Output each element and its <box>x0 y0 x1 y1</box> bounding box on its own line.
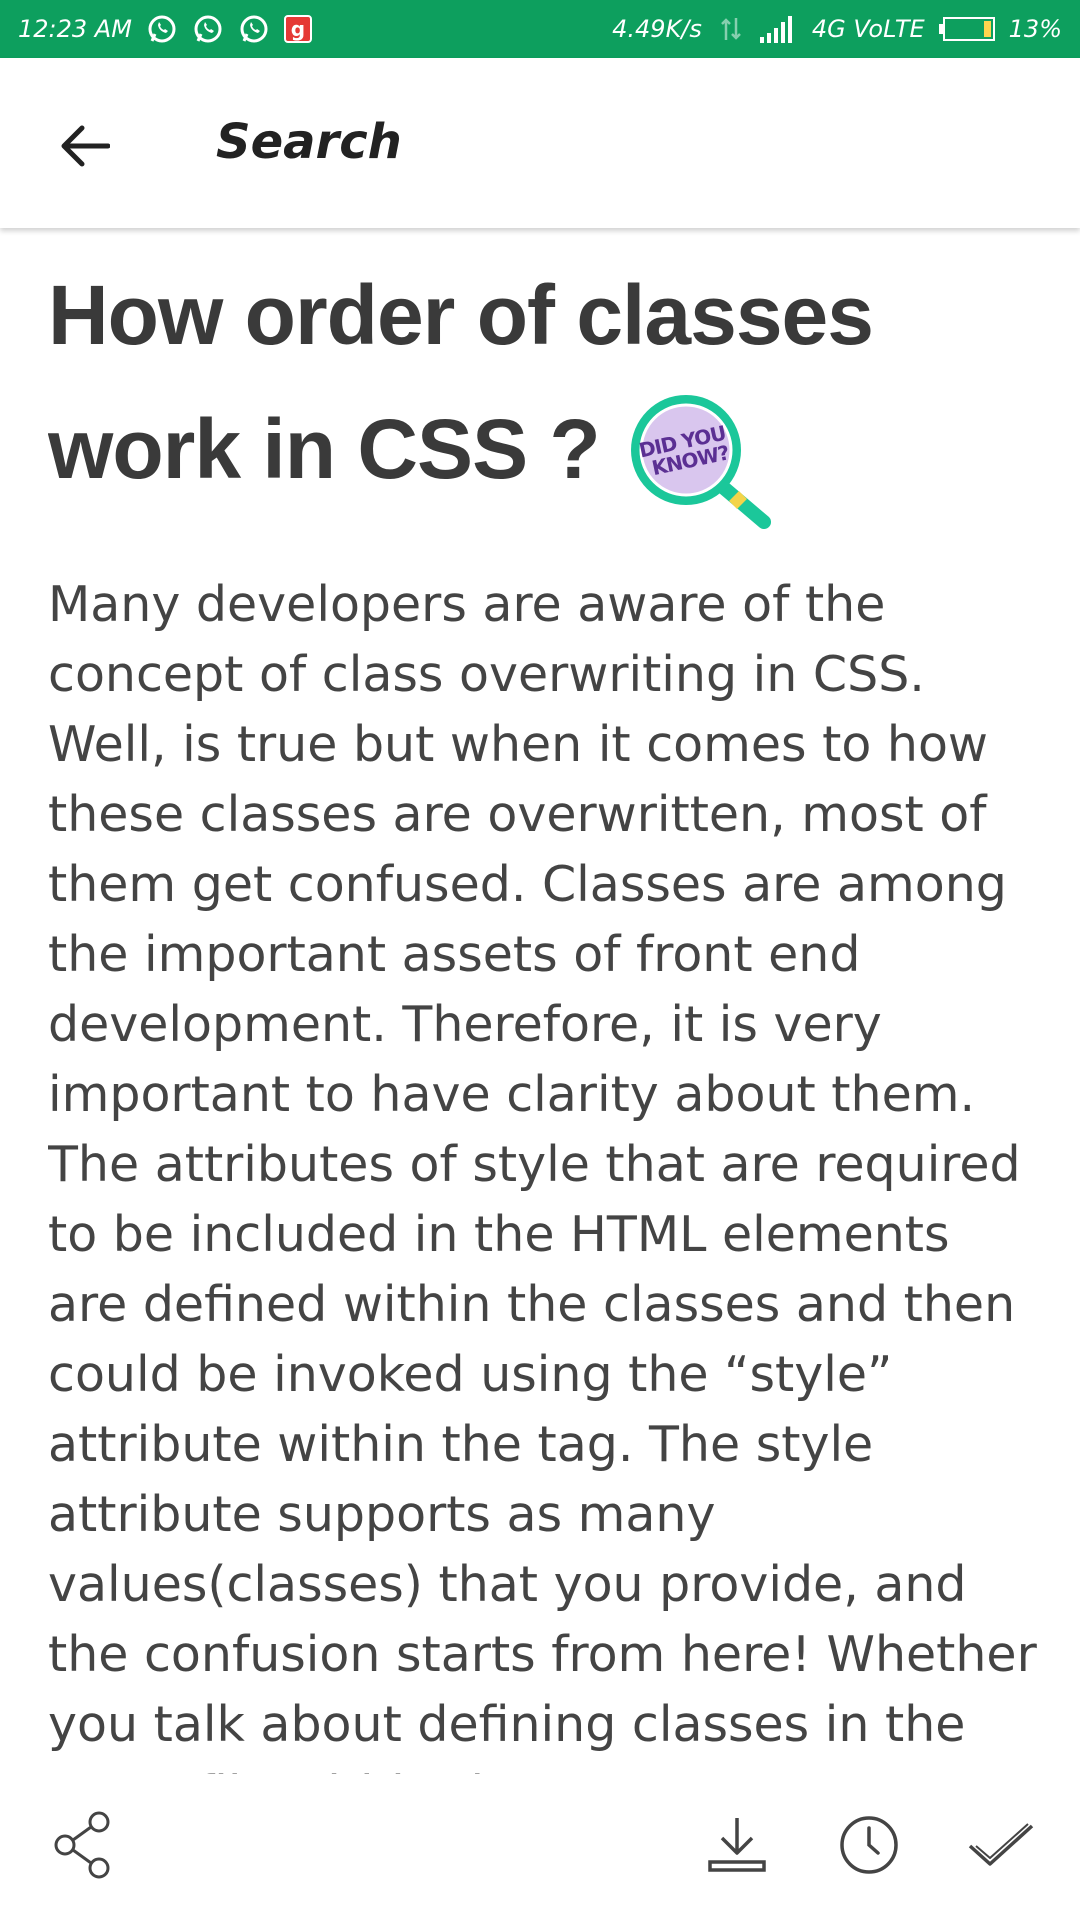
app-bar: Search <box>0 58 1080 228</box>
article-title-line2: work in CSS ? <box>48 402 601 496</box>
download-button[interactable] <box>692 1800 782 1890</box>
download-icon <box>708 1818 766 1872</box>
article-content[interactable]: How order of classes work in CSS ? DID Y… <box>48 262 1038 1774</box>
mark-read-button[interactable] <box>956 1800 1046 1890</box>
share-icon <box>54 1811 110 1879</box>
app-notification-icon: g <box>283 15 312 43</box>
checkmark-icon <box>968 1823 1034 1866</box>
did-you-know-magnifier-icon: DID YOU KNOW? <box>630 395 771 529</box>
back-button[interactable] <box>56 118 112 174</box>
status-bar: 12:23 AM g 4.49K/s 4G VoLTE 13% <box>0 0 1080 58</box>
status-left: 12:23 AM g <box>18 13 312 45</box>
whatsapp-icon <box>148 15 176 43</box>
article-title-line2-wrap: work in CSS ? DID YOU KNOW? <box>48 368 1038 530</box>
article-title-line1: How order of classes <box>48 268 874 362</box>
bottom-action-bar <box>0 1774 1080 1920</box>
battery-icon <box>938 17 995 41</box>
read-later-button[interactable] <box>824 1800 914 1890</box>
battery-percent: 13% <box>1008 15 1062 43</box>
network-type: 4G VoLTE <box>811 15 925 43</box>
app-bar-title: Search <box>216 114 402 170</box>
clock-icon <box>840 1816 898 1874</box>
arrow-left-icon <box>61 125 110 167</box>
share-button[interactable] <box>38 1800 128 1890</box>
net-speed: 4.49K/s <box>612 15 702 43</box>
whatsapp-icon <box>240 15 268 43</box>
data-transfer-icon <box>721 18 741 40</box>
status-right: 4.49K/s 4G VoLTE 13% <box>612 14 1062 44</box>
status-time: 12:23 AM <box>18 15 132 43</box>
whatsapp-icon <box>194 15 222 43</box>
article-body: Many developers are aware of the concept… <box>48 576 1037 1774</box>
signal-icon <box>759 16 792 43</box>
article-title: How order of classes work in CSS ? DID Y… <box>48 262 1038 530</box>
